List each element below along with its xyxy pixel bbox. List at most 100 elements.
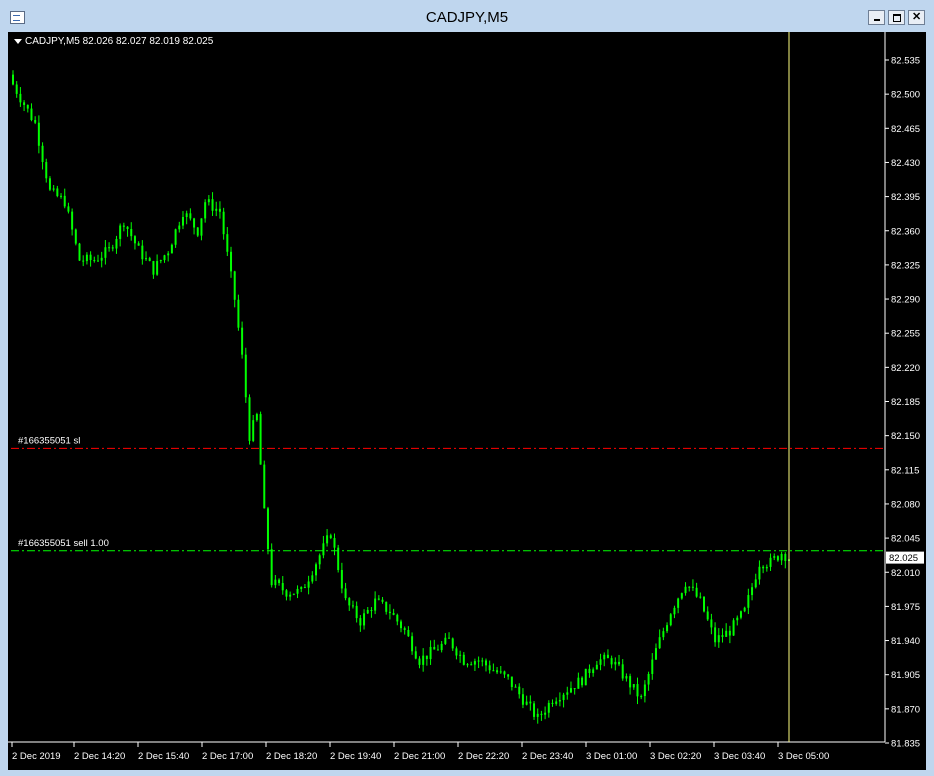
- time-tick-label: 2 Dec 23:40: [522, 751, 573, 762]
- candle-body: [758, 566, 761, 580]
- time-tick-label: 2 Dec 18:20: [266, 751, 317, 762]
- candle-body: [41, 145, 44, 163]
- candle-body: [459, 654, 462, 656]
- candle-body: [455, 648, 458, 656]
- candle-body: [207, 199, 210, 203]
- candle-body: [30, 108, 33, 121]
- candle-body: [15, 84, 18, 94]
- price-tick-label: 82.430: [891, 158, 920, 169]
- symbol-info[interactable]: CADJPY,M5 82.026 82.027 82.019 82.025: [14, 36, 213, 47]
- candle-body: [784, 553, 787, 561]
- price-tick-label: 82.080: [891, 499, 920, 510]
- candle-body: [185, 213, 188, 217]
- maximize-button[interactable]: [888, 10, 905, 25]
- candle-body: [584, 668, 587, 686]
- candle-body: [658, 637, 661, 649]
- candle-body: [688, 586, 691, 588]
- time-tick-label: 2 Dec 22:20: [458, 751, 509, 762]
- time-tick-label: 3 Dec 03:40: [714, 751, 765, 762]
- candle-body: [340, 569, 343, 589]
- candle-body: [747, 595, 750, 608]
- candle-body: [625, 676, 628, 679]
- candle-body: [344, 588, 347, 599]
- candle-body: [333, 538, 336, 548]
- price-tick-label: 82.045: [891, 534, 920, 545]
- price-chart[interactable]: 82.535 82.500 82.465 82.430 82.395 82.360 82.3…: [8, 32, 926, 770]
- window-title: CADJPY,M5: [425, 9, 509, 26]
- price-tick-label: 82.150: [891, 431, 920, 442]
- candle-body: [677, 598, 680, 608]
- candle-body: [326, 535, 329, 544]
- candle-body: [640, 696, 643, 698]
- candle-body: [488, 665, 491, 671]
- time-tick-label: 2 Dec 21:00: [394, 751, 445, 762]
- candle-body: [329, 535, 332, 539]
- candle-body: [566, 692, 569, 695]
- chart-canvas[interactable]: 82.535 82.500 82.465 82.430 82.395 82.360 82.3…: [8, 32, 926, 770]
- title-bar[interactable]: CADJPY,M5: [0, 0, 934, 32]
- candle-body: [581, 677, 584, 686]
- price-tick-label: 82.325: [891, 260, 920, 271]
- candle-body: [226, 234, 229, 252]
- candle-body: [629, 676, 632, 688]
- candle-body: [74, 229, 77, 244]
- candle-body: [710, 619, 713, 628]
- candle-body: [699, 596, 702, 598]
- candle-body: [425, 655, 428, 660]
- candle-body: [285, 590, 288, 597]
- candle-body: [63, 195, 66, 207]
- candle-body: [396, 614, 399, 622]
- time-tick-label: 3 Dec 01:00: [586, 751, 637, 762]
- candle-body: [643, 684, 646, 697]
- candle-body: [115, 238, 118, 249]
- candle-body: [126, 226, 129, 230]
- candle-body: [499, 671, 502, 673]
- candle-body: [100, 257, 103, 261]
- candle-body: [363, 613, 366, 626]
- time-tick-label: 2 Dec 14:20: [74, 751, 125, 762]
- candle-body: [510, 676, 513, 687]
- candle-body: [521, 694, 524, 705]
- candle-body: [281, 583, 284, 591]
- candle-body: [632, 684, 635, 688]
- candle-body: [558, 700, 561, 702]
- candle-body: [743, 607, 746, 612]
- minimize-button[interactable]: [868, 10, 885, 25]
- price-tick-label: 81.940: [891, 636, 920, 647]
- candle-body: [156, 261, 159, 275]
- candle-body: [473, 661, 476, 665]
- candle-body: [444, 637, 447, 644]
- candle-body: [577, 677, 580, 689]
- candle-body: [141, 245, 144, 260]
- candle-body: [289, 594, 292, 597]
- price-tick-label: 82.500: [891, 90, 920, 101]
- candle-body: [466, 664, 469, 666]
- candle-body: [385, 601, 388, 612]
- candle-body: [159, 260, 162, 262]
- stop-loss-label: #166355051 sl: [18, 435, 80, 446]
- candle-body: [754, 579, 757, 588]
- candle-body: [89, 254, 92, 261]
- candle-body: [200, 218, 203, 236]
- candle-body: [296, 588, 299, 594]
- candle-body: [259, 414, 262, 465]
- candle-body: [37, 122, 40, 146]
- chart-window: CADJPY,M5 82.535 82.500 82.465 82.430 82.395…: [0, 0, 934, 776]
- candle-body: [695, 587, 698, 597]
- candle-body: [104, 247, 107, 258]
- time-tick-label: 2 Dec 2019: [12, 751, 61, 762]
- candle-body: [351, 605, 354, 607]
- close-button[interactable]: [908, 10, 925, 25]
- candle-body: [359, 618, 362, 626]
- candle-body: [96, 260, 99, 262]
- current-price-label: 82.025: [889, 553, 918, 564]
- candle-body: [111, 247, 114, 249]
- symbol-info-text: CADJPY,M5 82.026 82.027 82.019 82.025: [25, 36, 214, 47]
- candle-body: [422, 655, 425, 665]
- candle-body: [307, 581, 310, 588]
- candle-body: [388, 611, 391, 614]
- price-tick-label: 82.395: [891, 192, 920, 203]
- candle-body: [241, 327, 244, 355]
- dropdown-triangle-icon[interactable]: [14, 38, 22, 44]
- candle-body: [562, 694, 565, 701]
